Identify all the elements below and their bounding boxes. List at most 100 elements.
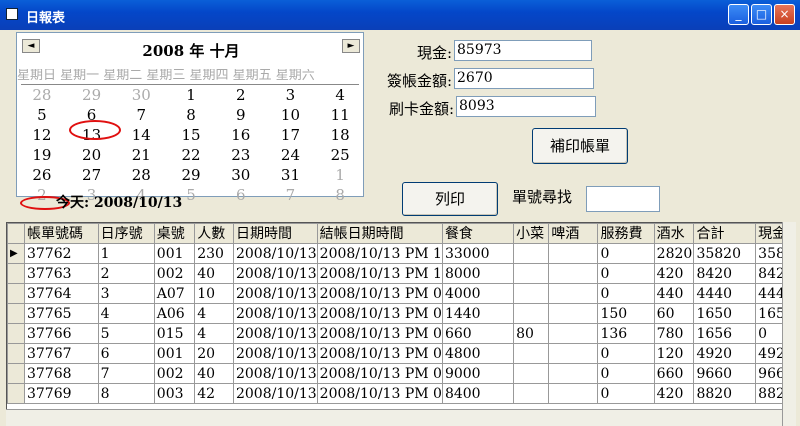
table-cell[interactable]: 420	[653, 383, 695, 404]
row-selector[interactable]	[7, 363, 25, 384]
table-cell[interactable]: 6	[97, 343, 155, 364]
cash-field[interactable]: 85973	[454, 40, 592, 61]
table-cell[interactable]: 002	[153, 263, 196, 284]
table-cell[interactable]: 37766	[23, 323, 99, 344]
table-cell[interactable]: 33000	[441, 243, 515, 264]
calendar-day[interactable]: 4	[315, 85, 365, 105]
table-cell[interactable]: 0	[597, 263, 655, 284]
table-cell[interactable]: 003	[153, 383, 196, 404]
table-cell[interactable]	[548, 263, 599, 284]
table-cell[interactable]: 2008/10/13	[232, 283, 318, 304]
table-cell[interactable]: 2008/10/13 PM 0	[316, 303, 443, 324]
table-cell[interactable]: 1656	[693, 323, 757, 344]
print-button[interactable]: 列印	[402, 182, 498, 216]
calendar-day[interactable]: 26	[17, 165, 67, 185]
table-cell[interactable]	[513, 243, 550, 264]
table-cell[interactable]	[548, 303, 599, 324]
table-cell[interactable]: 2008/10/13	[232, 363, 318, 384]
table-cell[interactable]: 2008/10/13 PM 0	[316, 283, 443, 304]
table-cell[interactable]: 1	[97, 243, 155, 264]
column-header[interactable]: 結帳日期時間	[316, 223, 443, 244]
table-row[interactable]: 37766 5 015 4 2008/10/13 2008/10/13 PM 0 660 80…	[7, 323, 795, 344]
table-cell[interactable]: 0	[597, 383, 655, 404]
table-cell[interactable]: 9000	[441, 363, 515, 384]
calendar-day[interactable]: 25	[315, 145, 365, 165]
table-cell[interactable]	[513, 363, 550, 384]
table-cell[interactable]: 4920	[693, 343, 757, 364]
table-cell[interactable]: 3	[97, 283, 155, 304]
calendar-day[interactable]: 20	[67, 145, 117, 165]
table-cell[interactable]: 8400	[441, 383, 515, 404]
calendar-day[interactable]: 29	[67, 85, 117, 105]
table-cell[interactable]: 1650	[693, 303, 757, 324]
vertical-scrollbar[interactable]	[782, 222, 796, 426]
table-cell[interactable]: 60	[653, 303, 695, 324]
column-header[interactable]: 服務費	[597, 223, 655, 244]
table-cell[interactable]: 37765	[23, 303, 99, 324]
table-cell[interactable]: 80	[513, 323, 550, 344]
maximize-button[interactable]: □	[751, 4, 772, 25]
table-cell[interactable]: 2008/10/13 PM 0	[316, 343, 443, 364]
table-cell[interactable]	[548, 383, 599, 404]
table-cell[interactable]: 0	[597, 283, 655, 304]
row-selector[interactable]	[7, 283, 25, 304]
calendar-day[interactable]: 27	[67, 165, 117, 185]
calendar-day[interactable]: 23	[216, 145, 266, 165]
column-header[interactable]: 小菜	[513, 223, 550, 244]
table-cell[interactable]: 8	[97, 383, 155, 404]
today-label[interactable]: 今天: 2008/10/13	[56, 192, 182, 212]
table-cell[interactable]	[513, 263, 550, 284]
row-selector[interactable]	[7, 343, 25, 364]
minimize-button[interactable]: _	[728, 4, 749, 25]
table-cell[interactable]: 150	[597, 303, 655, 324]
table-cell[interactable]: 7	[97, 363, 155, 384]
table-row[interactable]: 37764 3 A07 10 2008/10/13 2008/10/13 PM 0 4000…	[7, 283, 795, 304]
table-cell[interactable]: 37763	[23, 263, 99, 284]
calendar-day[interactable]: 29	[166, 165, 216, 185]
table-cell[interactable]: 8420	[693, 263, 757, 284]
table-cell[interactable]: 2008/10/13	[232, 323, 318, 344]
table-cell[interactable]: 4	[194, 303, 234, 324]
table-cell[interactable]: 440	[653, 283, 695, 304]
table-cell[interactable]	[548, 343, 599, 364]
horizontal-scrollbar[interactable]	[6, 409, 782, 426]
calendar-day[interactable]: 24	[266, 145, 316, 165]
table-cell[interactable]: 37764	[23, 283, 99, 304]
table-cell[interactable]: 37767	[23, 343, 99, 364]
calendar-day[interactable]: 1	[166, 85, 216, 105]
table-cell[interactable]	[548, 323, 599, 344]
table-cell[interactable]: 2008/10/13 PM 0	[316, 383, 443, 404]
calendar-day[interactable]: 12	[17, 125, 67, 145]
table-cell[interactable]: 001	[153, 343, 196, 364]
table-cell[interactable]	[548, 283, 599, 304]
close-button[interactable]: ×	[774, 4, 795, 25]
row-selector[interactable]	[7, 303, 25, 324]
table-row[interactable]: 37769 8 003 42 2008/10/13 2008/10/13 PM 0 8400…	[7, 383, 795, 404]
row-selector[interactable]	[7, 383, 25, 404]
table-cell[interactable]: 230	[194, 243, 234, 264]
column-header[interactable]: 日序號	[97, 223, 155, 244]
calendar-day[interactable]: 14	[116, 125, 166, 145]
table-cell[interactable]: 2008/10/13 PM 0	[316, 323, 443, 344]
table-row[interactable]: 37768 7 002 40 2008/10/13 2008/10/13 PM 0 9000…	[7, 363, 795, 384]
calendar-day[interactable]: 17	[266, 125, 316, 145]
row-selector[interactable]	[7, 263, 25, 284]
table-cell[interactable]: 1440	[441, 303, 515, 324]
bill-table[interactable]: 帳單號碼 日序號 桌號 人數 日期時間 結帳日期時間 餐食 小菜 啤酒 服務費 酒水 合計 現金 ▶ 37…	[6, 222, 796, 426]
column-header[interactable]: 人數	[194, 223, 234, 244]
calendar-day[interactable]: 16	[216, 125, 266, 145]
table-row[interactable]: 37765 4 A06 4 2008/10/13 2008/10/13 PM 0 1440 1…	[7, 303, 795, 324]
column-header[interactable]: 合計	[693, 223, 757, 244]
table-cell[interactable]: 2008/10/13 PM 1	[316, 243, 443, 264]
table-cell[interactable]: 9660	[693, 363, 757, 384]
current-row-indicator[interactable]: ▶	[7, 243, 25, 264]
table-cell[interactable]: 40	[194, 363, 234, 384]
table-cell[interactable]: 2008/10/13	[232, 263, 318, 284]
calendar-day[interactable]: 21	[116, 145, 166, 165]
reprint-bill-button[interactable]: 補印帳單	[532, 128, 628, 164]
calendar-day[interactable]: 10	[266, 105, 316, 125]
calendar-day[interactable]: 9	[216, 105, 266, 125]
table-cell[interactable]: 4	[194, 323, 234, 344]
column-header[interactable]: 桌號	[153, 223, 196, 244]
table-cell[interactable]: 2008/10/13 PM 1	[316, 263, 443, 284]
